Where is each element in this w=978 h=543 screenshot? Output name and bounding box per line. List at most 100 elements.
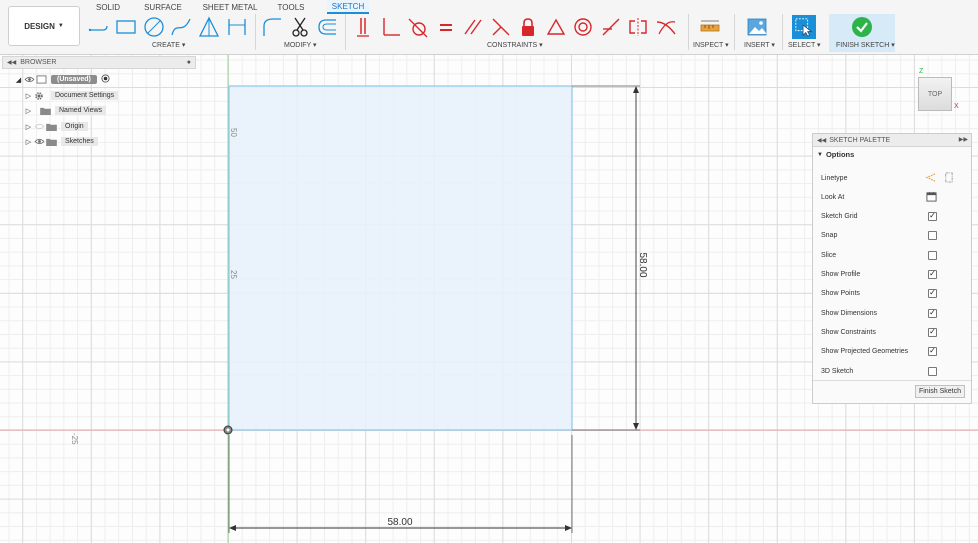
option-linetype: Linetype <box>821 171 971 185</box>
expand-triangle-icon[interactable]: ▷ <box>24 136 33 147</box>
centerline-linetype-icon[interactable] <box>943 172 954 185</box>
tree-label-sketches: Sketches <box>61 137 98 146</box>
tab-sketch[interactable]: SKETCH <box>327 0 369 14</box>
option-show-dimensions[interactable]: Show Dimensions ✓ <box>821 306 971 320</box>
profile-fill <box>229 86 572 430</box>
active-radio-icon[interactable] <box>101 74 110 85</box>
design-workspace-button[interactable]: DESIGN ▼ <box>8 6 80 46</box>
tab-tools[interactable]: TOOLS <box>272 0 310 14</box>
rectangle-icon[interactable] <box>115 16 137 38</box>
option-show-projected-geometries[interactable]: Show Projected Geometries ✓ <box>821 344 971 358</box>
viewcube-x-axis-label: X <box>954 103 959 110</box>
tree-row-root[interactable]: ◢ (Unsaved) <box>14 73 110 86</box>
dim-width-text: 58.00 <box>387 517 412 528</box>
option-snap[interactable]: Snap <box>821 228 971 242</box>
measure-ruler-icon[interactable] <box>699 16 721 38</box>
checkbox-snap[interactable] <box>928 230 937 240</box>
constraints-group-label[interactable]: CONSTRAINTS ▾ <box>487 41 543 49</box>
grid-label-25: 25 <box>229 270 238 279</box>
tab-solid[interactable]: SOLID <box>90 0 126 14</box>
select-arrow-icon[interactable] <box>792 15 816 39</box>
separator <box>782 14 783 50</box>
viewcube-face-label[interactable]: TOP <box>928 91 942 98</box>
options-section-header[interactable]: ▼ Options <box>813 147 971 162</box>
equal-constraint-icon[interactable] <box>435 16 457 38</box>
fix-lock-icon[interactable] <box>517 16 539 38</box>
horizontal-vertical-constraint-icon[interactable] <box>600 16 622 38</box>
checkbox-show-points[interactable]: ✓ <box>928 288 937 298</box>
separator <box>734 14 735 50</box>
circle-icon[interactable] <box>143 16 165 38</box>
origin-point-center <box>226 428 230 432</box>
concentric-constraint-icon[interactable] <box>572 16 594 38</box>
checkbox-3d-sketch[interactable] <box>928 366 937 376</box>
expand-triangle-icon[interactable]: ▷ <box>24 90 33 101</box>
palette-header: ◀◀ SKETCH PALETTE ▶▶ <box>813 134 971 147</box>
tab-surface[interactable]: SURFACE <box>141 0 185 14</box>
option-slice[interactable]: Slice <box>821 248 971 262</box>
offset-icon[interactable] <box>316 16 338 38</box>
option-3d-sketch[interactable]: 3D Sketch <box>821 364 971 378</box>
palette-expand-icon[interactable]: ▶▶ <box>959 136 968 143</box>
checkbox-show-constraints[interactable]: ✓ <box>928 327 937 337</box>
dim-height-text: 58.00 <box>637 252 648 277</box>
option-sketch-grid[interactable]: Sketch Grid ✓ <box>821 209 971 223</box>
tree-row-document-settings[interactable]: ▷ Document Settings <box>24 89 119 102</box>
finish-sketch-label[interactable]: FINISH SKETCH ▾ <box>836 41 895 49</box>
grid-label-50: 50 <box>229 128 238 137</box>
expand-triangle-icon[interactable]: ▷ <box>24 121 33 132</box>
eye-icon[interactable] <box>33 136 45 147</box>
design-label: DESIGN <box>24 21 55 31</box>
browser-pin-icon[interactable]: ● <box>187 59 191 66</box>
palette-collapse-icon[interactable]: ◀◀ <box>817 137 826 144</box>
collapse-panel-icon[interactable]: ◀◀ <box>7 59 16 66</box>
perpendicular-constraint-icon[interactable] <box>380 16 402 38</box>
line-icon[interactable] <box>88 16 110 38</box>
tree-row-sketches[interactable]: ▷ Sketches <box>24 135 98 148</box>
curvature-constraint-icon[interactable] <box>655 16 677 38</box>
parallel-constraint-icon[interactable] <box>462 16 484 38</box>
expand-triangle-icon[interactable]: ▷ <box>24 105 33 116</box>
coincident-constraint-icon[interactable] <box>352 16 374 38</box>
browser-header: ◀◀ BROWSER ● <box>2 56 196 69</box>
collinear-constraint-icon[interactable] <box>490 16 512 38</box>
insert-group-label[interactable]: INSERT ▾ <box>744 41 775 49</box>
checkbox-sketch-grid[interactable]: ✓ <box>928 211 937 221</box>
checkbox-show-dimensions[interactable]: ✓ <box>928 308 937 318</box>
finish-sketch-button[interactable]: Finish Sketch <box>914 385 965 398</box>
eye-icon[interactable] <box>23 74 35 85</box>
polygon-icon[interactable] <box>198 16 220 38</box>
expand-triangle-icon[interactable]: ◢ <box>14 74 23 85</box>
look-at-calendar-icon[interactable] <box>926 191 937 204</box>
tree-row-named-views[interactable]: ▷ Named Views <box>24 104 107 117</box>
viewcube[interactable]: TOP <box>918 77 952 111</box>
fillet-icon[interactable] <box>261 16 283 38</box>
modify-group-label[interactable]: MODIFY ▾ <box>284 41 317 49</box>
construction-linetype-icon[interactable] <box>925 172 936 185</box>
finish-sketch-check-icon[interactable] <box>851 16 873 38</box>
checkbox-show-projected-geometries[interactable]: ✓ <box>928 346 937 356</box>
inspect-group-label[interactable]: INSPECT ▾ <box>693 41 729 49</box>
tab-sheet-metal[interactable]: SHEET METAL <box>202 0 258 14</box>
viewcube-z-axis-label: Z <box>919 68 924 75</box>
separator <box>255 14 256 50</box>
checkbox-show-profile[interactable]: ✓ <box>928 269 937 279</box>
option-show-constraints[interactable]: Show Constraints ✓ <box>821 325 971 339</box>
tree-row-origin[interactable]: ▷ Origin <box>24 120 88 133</box>
midpoint-constraint-icon[interactable] <box>545 16 567 38</box>
checkbox-slice[interactable] <box>928 250 937 260</box>
select-group-label[interactable]: SELECT ▾ <box>788 41 821 49</box>
tree-label-origin: Origin <box>61 122 88 131</box>
grid-label-neg25: -25 <box>70 433 79 445</box>
dimension-icon[interactable] <box>226 16 248 38</box>
symmetry-constraint-icon[interactable] <box>627 16 649 38</box>
tangent-constraint-icon[interactable] <box>407 16 429 38</box>
separator <box>345 14 346 50</box>
trim-scissors-icon[interactable] <box>289 16 311 38</box>
option-show-points[interactable]: Show Points ✓ <box>821 286 971 300</box>
create-group-label[interactable]: CREATE ▾ <box>152 41 185 49</box>
insert-image-icon[interactable] <box>746 16 768 38</box>
eye-hidden-icon[interactable] <box>33 121 45 132</box>
option-show-profile[interactable]: Show Profile ✓ <box>821 267 971 281</box>
spline-icon[interactable] <box>170 16 192 38</box>
